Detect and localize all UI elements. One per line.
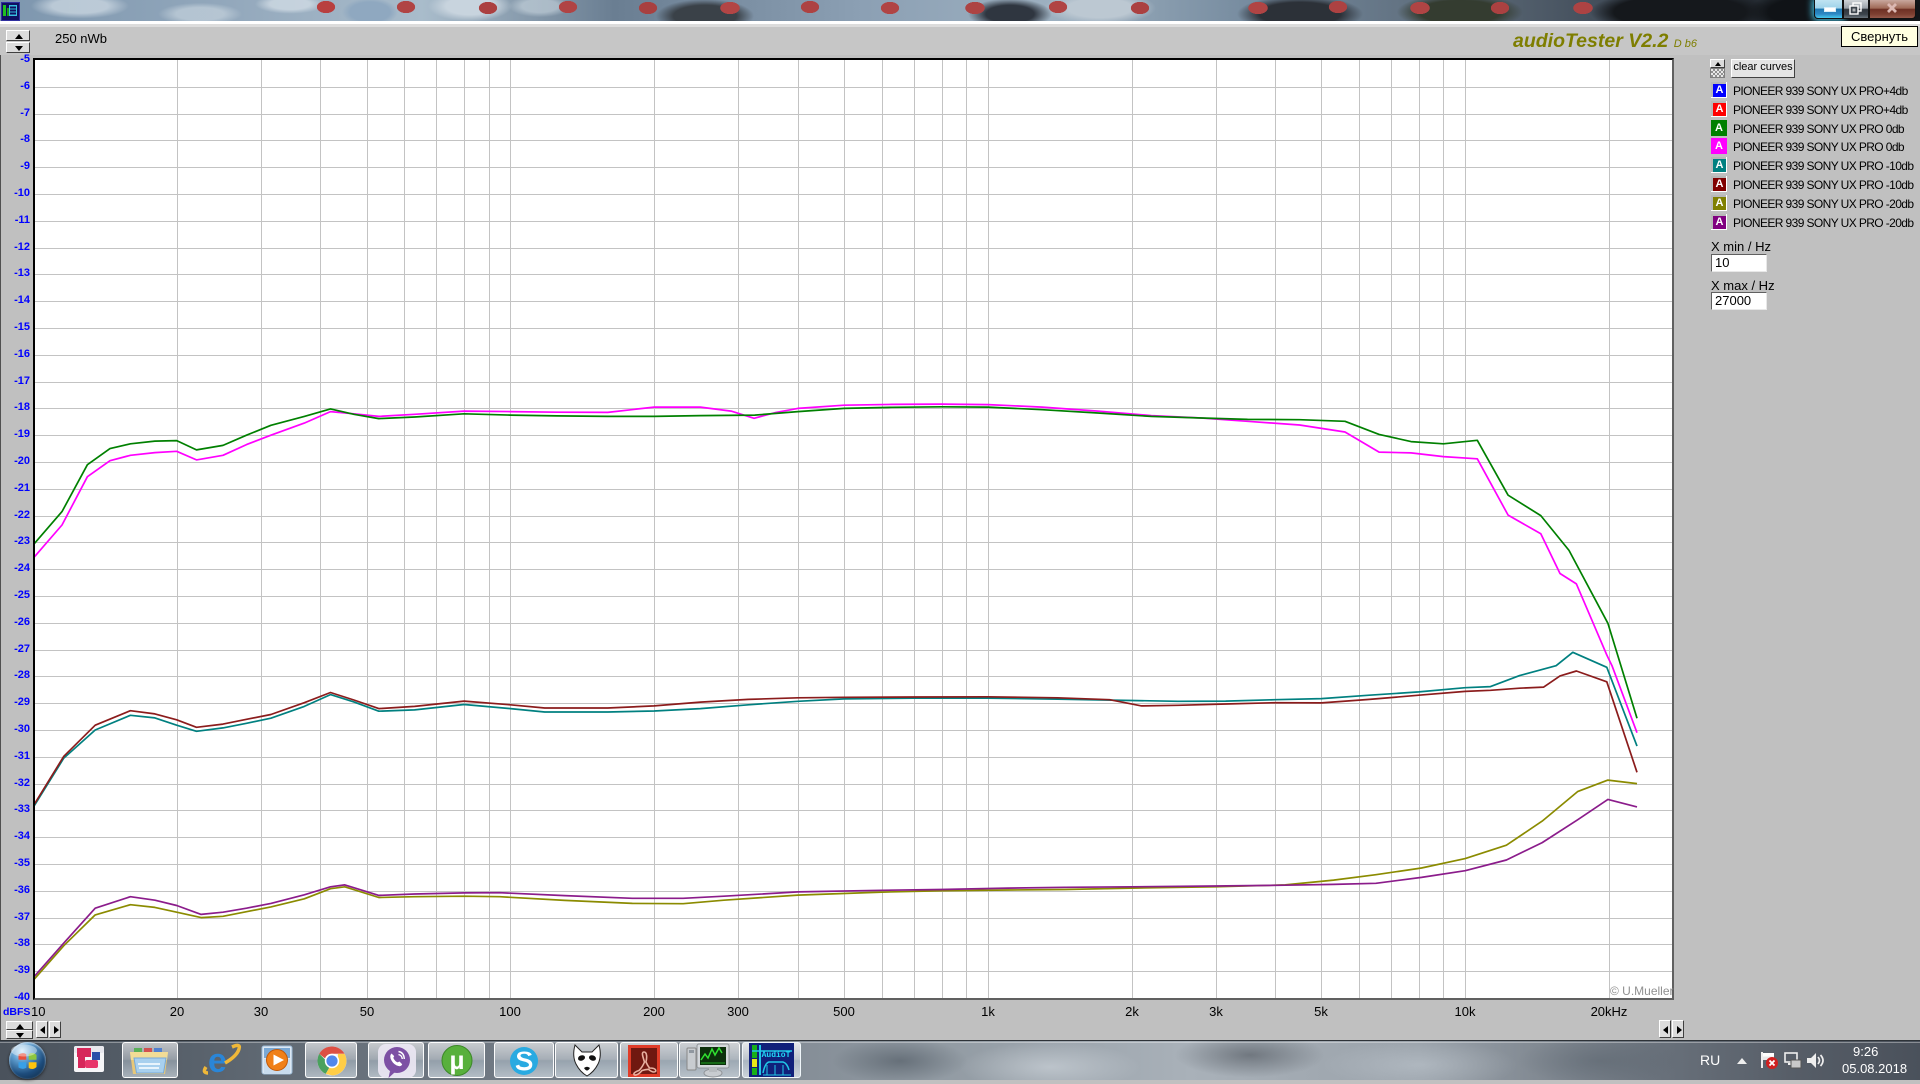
svg-text:e: e — [208, 1042, 227, 1078]
svg-text:µ: µ — [450, 1045, 465, 1075]
svg-text:AudioT: AudioT — [762, 1051, 791, 1060]
